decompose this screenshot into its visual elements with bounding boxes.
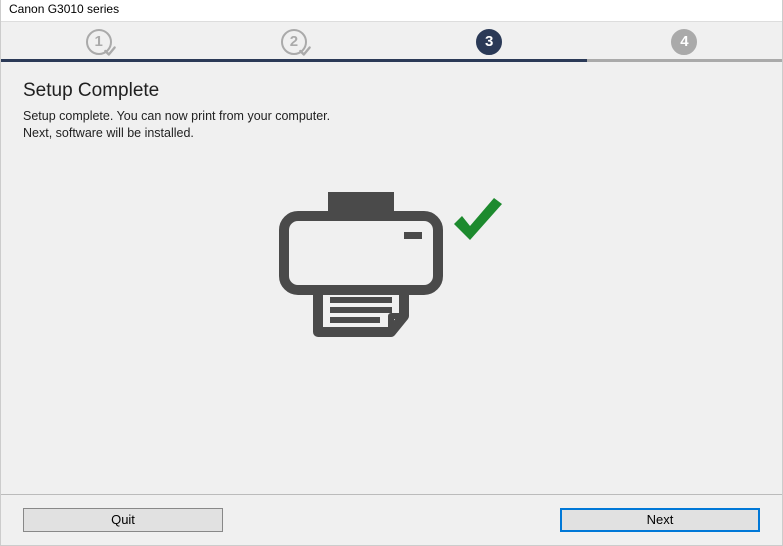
success-check-icon — [448, 194, 508, 254]
printer-icon — [276, 192, 446, 342]
step-2-number: 2 — [290, 33, 298, 50]
page-title: Setup Complete — [23, 80, 760, 102]
step-4: 4 — [587, 24, 782, 62]
step-1-circle: 1 — [86, 29, 112, 55]
step-2-circle: 2 — [281, 29, 307, 55]
quit-button[interactable]: Quit — [23, 508, 223, 532]
check-icon — [103, 44, 117, 58]
desc-line-2: Next, software will be installed. — [23, 126, 194, 140]
step-2: 2 — [196, 24, 391, 62]
step-1-number: 1 — [94, 33, 102, 50]
setup-complete-illustration — [276, 192, 508, 342]
step-1: 1 — [1, 24, 196, 62]
desc-line-1: Setup complete. You can now print from y… — [23, 109, 330, 123]
window-titlebar: Canon G3010 series — [1, 0, 782, 22]
step-4-circle: 4 — [671, 29, 697, 55]
step-3-current: 3 — [392, 24, 587, 62]
step-3-number: 3 — [485, 33, 493, 50]
step-3-circle: 3 — [476, 29, 502, 55]
step-4-number: 4 — [680, 33, 688, 50]
main-content: Setup Complete Setup complete. You can n… — [1, 62, 782, 494]
wizard-steps: 1 2 3 4 — [1, 24, 782, 62]
page-description: Setup complete. You can now print from y… — [23, 108, 760, 142]
footer-bar: Quit Next — [1, 494, 782, 544]
window-title: Canon G3010 series — [9, 2, 119, 16]
check-icon — [298, 44, 312, 58]
next-button[interactable]: Next — [560, 508, 760, 532]
